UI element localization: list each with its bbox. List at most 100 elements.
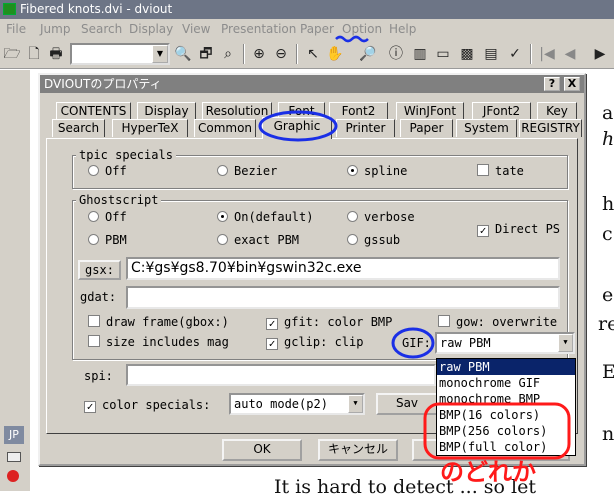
pointer-icon[interactable]: ↖ — [303, 44, 323, 64]
print-icon[interactable]: 🖶 — [46, 44, 66, 64]
next-page-icon[interactable]: ▶ — [590, 44, 610, 64]
first-page-icon[interactable]: |◀ — [537, 44, 557, 64]
gif-label: GIF: — [402, 336, 431, 350]
draw-frame-checkbox[interactable]: draw frame(gbox:) — [88, 315, 229, 329]
color-mode-select[interactable]: auto mode(p2) ▼ — [229, 393, 365, 415]
tate-checkbox[interactable]: tate — [477, 164, 524, 178]
ok-button[interactable]: OK — [222, 439, 302, 461]
hand-icon[interactable]: ✋ — [325, 44, 345, 64]
tab-common[interactable]: Common — [194, 119, 256, 137]
gsx-path-input[interactable]: C:¥gs¥gs8.70¥bin¥gswin32c.exe — [126, 257, 560, 280]
gsx-button[interactable]: gsx: — [78, 260, 121, 280]
tab-search[interactable]: Search — [52, 119, 105, 137]
doc-text-fragment: h — [602, 193, 614, 215]
checkbox-label: draw frame(gbox:) — [106, 315, 229, 329]
gdat-input[interactable] — [126, 286, 560, 309]
tab-jfont2[interactable]: JFont2 — [472, 102, 531, 120]
tab-font2[interactable]: Font2 — [329, 102, 388, 120]
size-includes-mag-checkbox[interactable]: size includes mag — [88, 335, 229, 349]
search-next-icon[interactable]: ⌕ — [218, 44, 238, 64]
menu-paper[interactable]: Paper — [300, 19, 334, 39]
doc-text-fragment: h — [602, 128, 614, 150]
scanner-icon[interactable]: ▤ — [481, 44, 501, 64]
page-combo[interactable]: ▼ — [70, 43, 170, 65]
spi-label: spi: — [84, 369, 113, 383]
ime-jp-badge[interactable]: JP — [4, 426, 24, 444]
zoom-in-icon[interactable]: ⊕ — [249, 44, 269, 64]
tab-printer[interactable]: Printer — [336, 119, 395, 137]
open-file-icon[interactable]: 🗋 — [24, 44, 44, 64]
preview-icon[interactable]: 🔍 — [173, 44, 193, 64]
gow-checkbox[interactable]: gow: overwrite — [438, 315, 557, 329]
radio-off-icon — [217, 165, 228, 176]
tpic-spline-radio[interactable]: spline — [347, 164, 407, 178]
tpic-bezier-radio[interactable]: Bezier — [217, 164, 277, 178]
menu-option[interactable]: Option — [342, 19, 382, 39]
checkbox-label: gfit: color BMP — [284, 315, 393, 329]
tab-contents[interactable]: CONTENTS — [56, 102, 131, 120]
tab-winjfont[interactable]: WinJFont — [396, 102, 464, 120]
gif-format-dropdown-list: raw PBM monochrome GIF monochrome BMP BM… — [436, 358, 576, 456]
tab-hypertex[interactable]: HyperTeX — [112, 119, 188, 137]
keyboard-icon[interactable] — [7, 452, 21, 462]
books-icon[interactable]: ▥ — [410, 44, 430, 64]
zoom-out-icon[interactable]: ⊖ — [271, 44, 291, 64]
menu-display[interactable]: Display — [129, 19, 173, 39]
radio-label: gssub — [364, 233, 401, 247]
gfit-checkbox[interactable]: ✓ gfit: color BMP — [266, 315, 392, 330]
gif-option-monochrome-bmp[interactable]: monochrome BMP — [437, 391, 575, 407]
open-folder-icon[interactable]: 🗁 — [2, 44, 22, 64]
menu-help[interactable]: Help — [389, 19, 416, 39]
help-button[interactable]: ? — [544, 77, 560, 91]
tab-graphic[interactable]: Graphic — [262, 117, 332, 139]
pattern-icon[interactable]: ▩ — [457, 44, 477, 64]
gs-gssub-radio[interactable]: gssub — [347, 233, 400, 247]
doc-text-fragment: n — [602, 423, 614, 445]
gif-format-select[interactable]: raw PBM ▼ — [435, 332, 575, 354]
menu-view[interactable]: View — [182, 19, 210, 39]
gif-option-raw-pbm[interactable]: raw PBM — [437, 359, 575, 375]
chevron-down-icon[interactable]: ▼ — [348, 395, 363, 413]
radio-label: verbose — [364, 210, 415, 224]
menu-jump[interactable]: Jump — [40, 19, 70, 39]
checkbox-checked-icon: ✓ — [266, 338, 278, 350]
spi-input[interactable] — [126, 364, 436, 386]
gs-off-radio[interactable]: Off — [88, 210, 127, 224]
gif-option-bmp-full[interactable]: BMP(full color) — [437, 439, 575, 455]
search-icon[interactable]: 🗗 — [196, 44, 216, 64]
close-button[interactable]: X — [564, 77, 580, 91]
tab-system[interactable]: System — [456, 119, 517, 137]
gs-verbose-radio[interactable]: verbose — [347, 210, 415, 224]
gif-option-bmp-16[interactable]: BMP(16 colors) — [437, 407, 575, 423]
menu-presentation[interactable]: Presentation — [221, 19, 296, 39]
tpic-off-radio[interactable]: Off — [88, 164, 127, 178]
menu-search[interactable]: Search — [81, 19, 122, 39]
checkbox-label: color specials: — [102, 398, 211, 412]
toolbar-separator — [243, 44, 245, 64]
dialog-title-bar: DVIOUTのプロパティ — [40, 75, 584, 93]
gs-on-default-radio[interactable]: On(default) — [217, 210, 313, 224]
tab-display[interactable]: Display — [137, 102, 196, 120]
tab-paper[interactable]: Paper — [400, 119, 453, 137]
gs-exact-pbm-radio[interactable]: exact PBM — [217, 233, 299, 247]
checkmark-icon[interactable]: ✓ — [505, 44, 525, 64]
gif-option-monochrome-gif[interactable]: monochrome GIF — [437, 375, 575, 391]
direct-ps-checkbox[interactable]: ✓ Direct PS — [477, 222, 560, 237]
dialog-title: DVIOUTのプロパティ — [44, 77, 162, 91]
chevron-down-icon[interactable]: ▼ — [152, 45, 168, 63]
color-specials-checkbox[interactable]: ✓ color specials: — [84, 398, 210, 413]
gif-option-bmp-256[interactable]: BMP(256 colors) — [437, 423, 575, 439]
menu-file[interactable]: File — [6, 19, 26, 39]
prev-page-icon[interactable]: ◀ — [560, 44, 580, 64]
gclip-checkbox[interactable]: ✓ gclip: clip — [266, 335, 363, 350]
cancel-button[interactable]: キャンセル — [318, 439, 398, 461]
chevron-down-icon[interactable]: ▼ — [558, 334, 573, 352]
save-button[interactable]: Sav — [376, 393, 438, 415]
layout-icon[interactable]: ▭ — [433, 44, 453, 64]
checkbox-unchecked-icon — [477, 164, 489, 176]
loupe-icon[interactable]: 🔎 — [358, 44, 378, 64]
tab-key[interactable]: Key — [537, 102, 577, 120]
tab-registry[interactable]: REGISTRY — [519, 119, 582, 137]
info-icon[interactable]: ⓘ — [386, 44, 406, 64]
gs-pbm-radio[interactable]: PBM — [88, 233, 127, 247]
